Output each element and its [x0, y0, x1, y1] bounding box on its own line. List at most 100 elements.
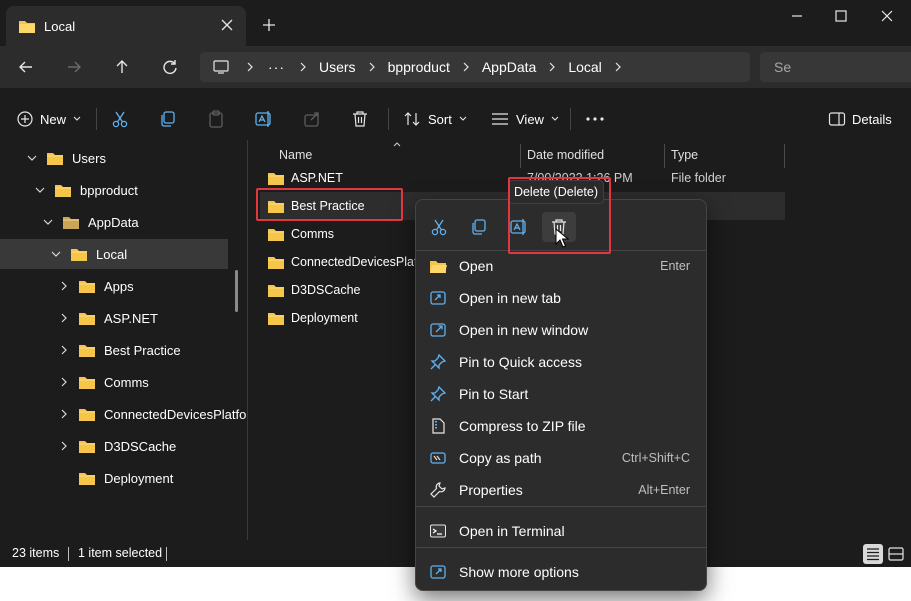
maximize-icon[interactable] — [828, 6, 854, 26]
minimize-icon[interactable] — [784, 6, 810, 26]
menu-item-label: Copy as path — [459, 450, 542, 466]
sidebar-item[interactable]: Best Practice — [0, 335, 228, 365]
details-button[interactable]: Details — [828, 106, 892, 132]
status-divider — [68, 547, 69, 561]
pane-divider — [247, 140, 248, 540]
file-name: Best Practice — [291, 199, 365, 213]
tiles-view-icon[interactable] — [886, 544, 906, 564]
rename-quick-action[interactable] — [502, 212, 536, 242]
status-divider — [166, 547, 167, 561]
delete-tooltip: Delete (Delete) — [508, 180, 604, 204]
close-icon[interactable] — [874, 6, 900, 26]
chevron-right-icon[interactable] — [56, 406, 72, 422]
folder-icon — [62, 214, 80, 230]
sidebar-item[interactable]: D3DSCache — [0, 431, 228, 461]
copy-quick-action[interactable] — [462, 212, 496, 242]
back-arrow-icon[interactable] — [13, 54, 39, 80]
tab-close-icon[interactable] — [218, 16, 236, 34]
menu-item-open[interactable]: Open Enter — [416, 250, 706, 282]
menu-item-label: Properties — [459, 482, 523, 498]
sidebar-item-label: Apps — [104, 278, 134, 294]
breadcrumb-bpproduct[interactable]: bpproduct — [388, 59, 450, 75]
view-lines-icon — [490, 109, 510, 129]
folder-icon — [267, 170, 285, 186]
share-button[interactable] — [302, 106, 322, 132]
chevron-right-icon[interactable] — [56, 278, 72, 294]
menu-item-compress-to-zip-file[interactable]: Compress to ZIP file — [416, 410, 706, 442]
breadcrumb-local[interactable]: Local — [568, 59, 601, 75]
folder-icon — [70, 246, 88, 262]
sort-button[interactable]: Sort — [402, 106, 468, 132]
up-arrow-icon[interactable] — [109, 54, 135, 80]
column-header-name[interactable]: Name — [279, 148, 312, 162]
folder-icon — [78, 470, 96, 486]
chevron-right-icon[interactable] — [56, 374, 72, 390]
menu-item-copy-as-path[interactable]: Copy as path Ctrl+Shift+C — [416, 442, 706, 474]
view-button[interactable]: View — [490, 106, 560, 132]
details-label: Details — [852, 111, 892, 127]
sidebar-item[interactable]: AppData — [0, 207, 228, 237]
chevron-right-icon[interactable] — [56, 342, 72, 358]
sidebar-item[interactable]: Local — [0, 239, 228, 269]
chevron-right-icon — [244, 60, 256, 74]
sidebar-item[interactable]: Deployment — [0, 463, 228, 493]
file-type: File folder — [671, 171, 726, 185]
menu-item-properties[interactable]: Properties Alt+Enter — [416, 474, 706, 506]
menu-item-pin-to-start[interactable]: Pin to Start — [416, 378, 706, 410]
trash-icon — [350, 109, 370, 129]
tab-local[interactable]: Local — [6, 6, 246, 46]
chevron-down-icon[interactable] — [24, 150, 40, 166]
search-input[interactable]: Se — [760, 52, 911, 82]
folder-icon — [267, 254, 285, 270]
new-tab-plus-icon[interactable] — [258, 14, 280, 36]
chevron-right-icon[interactable] — [56, 310, 72, 326]
paste-button[interactable] — [206, 106, 226, 132]
menu-item-pin-to-quick-access[interactable]: Pin to Quick access — [416, 346, 706, 378]
copy-button[interactable] — [158, 106, 178, 132]
forward-arrow-icon[interactable] — [61, 54, 87, 80]
cut-quick-action[interactable] — [422, 212, 456, 242]
address-bar[interactable]: ··· Users bpproduct AppData Local — [200, 52, 750, 82]
scissors-icon — [429, 217, 449, 237]
new-button[interactable]: New — [16, 106, 82, 132]
column-header-date[interactable]: Date modified — [527, 148, 604, 162]
see-more-button[interactable] — [584, 106, 606, 132]
mouse-cursor-icon — [555, 228, 569, 248]
rename-button[interactable] — [254, 106, 274, 132]
sort-label: Sort — [428, 111, 452, 127]
menu-item-label: Pin to Start — [459, 386, 529, 402]
sidebar-item[interactable]: bpproduct — [0, 175, 228, 205]
breadcrumb-users[interactable]: Users — [319, 59, 356, 75]
sidebar-scrollbar[interactable] — [235, 270, 238, 312]
menu-item-open-in-terminal[interactable]: Open in Terminal — [416, 515, 706, 547]
more-dots-icon — [584, 109, 606, 129]
refresh-icon[interactable] — [157, 54, 183, 80]
sidebar-item[interactable]: ASP.NET — [0, 303, 228, 333]
chevron-down-icon — [550, 114, 560, 124]
breadcrumb-appdata[interactable]: AppData — [482, 59, 536, 75]
delete-button[interactable] — [350, 106, 370, 132]
chevron-down-icon[interactable] — [32, 182, 48, 198]
sidebar-item-label: Deployment — [104, 470, 174, 486]
details-view-icon[interactable] — [863, 544, 883, 564]
new-window-icon — [429, 321, 447, 339]
sidebar-item[interactable]: Comms — [0, 367, 228, 397]
chevron-right-icon[interactable] — [56, 438, 72, 454]
cut-button[interactable] — [110, 106, 130, 132]
title-bar: Local — [0, 0, 911, 46]
sort-up-icon — [392, 141, 402, 147]
menu-item-show-more-options[interactable]: Show more options — [416, 556, 706, 588]
sidebar-item[interactable]: ConnectedDevicesPlatfo — [0, 399, 246, 429]
sidebar-item[interactable]: Users — [0, 143, 228, 173]
menu-item-shortcut: Enter — [660, 259, 690, 273]
menu-item-open-in-new-tab[interactable]: Open in new tab — [416, 282, 706, 314]
item-count: 23 items — [12, 546, 60, 560]
column-header-type[interactable]: Type — [671, 148, 698, 162]
chevron-down-icon[interactable] — [40, 214, 56, 230]
chevron-down-icon[interactable] — [48, 246, 64, 262]
zip-icon — [429, 417, 447, 435]
more-crumbs-icon[interactable]: ··· — [268, 59, 285, 75]
menu-item-open-in-new-window[interactable]: Open in new window — [416, 314, 706, 346]
sidebar-item-label: bpproduct — [80, 182, 138, 198]
sidebar-item[interactable]: Apps — [0, 271, 228, 301]
